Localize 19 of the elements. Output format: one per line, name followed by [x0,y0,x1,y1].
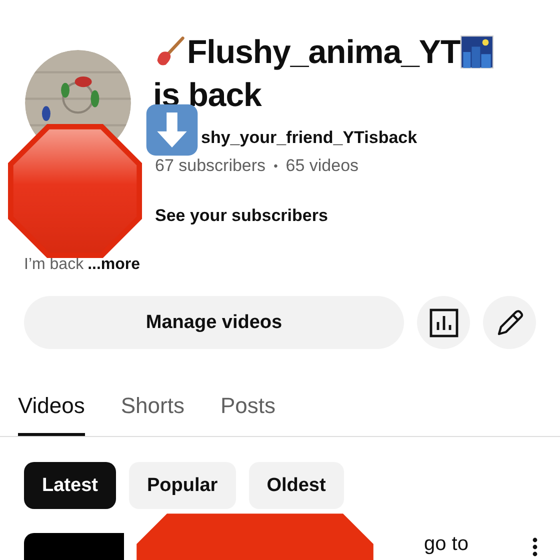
sort-chip[interactable]: Oldest [248,462,344,509]
analytics-icon [428,308,458,338]
see-subscribers-link[interactable]: See your subscribers [155,206,533,226]
tab[interactable]: Videos [18,393,85,436]
subscriber-count: 67 subscribers [155,156,266,176]
sort-chip[interactable]: Popular [128,462,236,509]
separator: • [274,159,278,173]
channel-name: Flushy_anima_YT [187,32,460,72]
city-night-icon [460,34,494,68]
channel-description: I’m back [24,256,84,274]
more-link[interactable]: ...more [88,256,140,274]
sort-chip[interactable]: Latest [24,462,116,509]
tab[interactable]: Posts [220,393,276,436]
video-title: go to [424,533,468,556]
channel-handle: shy_your_friend_YTisback [201,128,418,148]
tab[interactable]: Shorts [120,393,184,436]
video-count: 65 videos [286,156,359,176]
manage-videos-button[interactable]: Manage videos [24,296,404,349]
more-options-icon[interactable] [532,537,538,557]
